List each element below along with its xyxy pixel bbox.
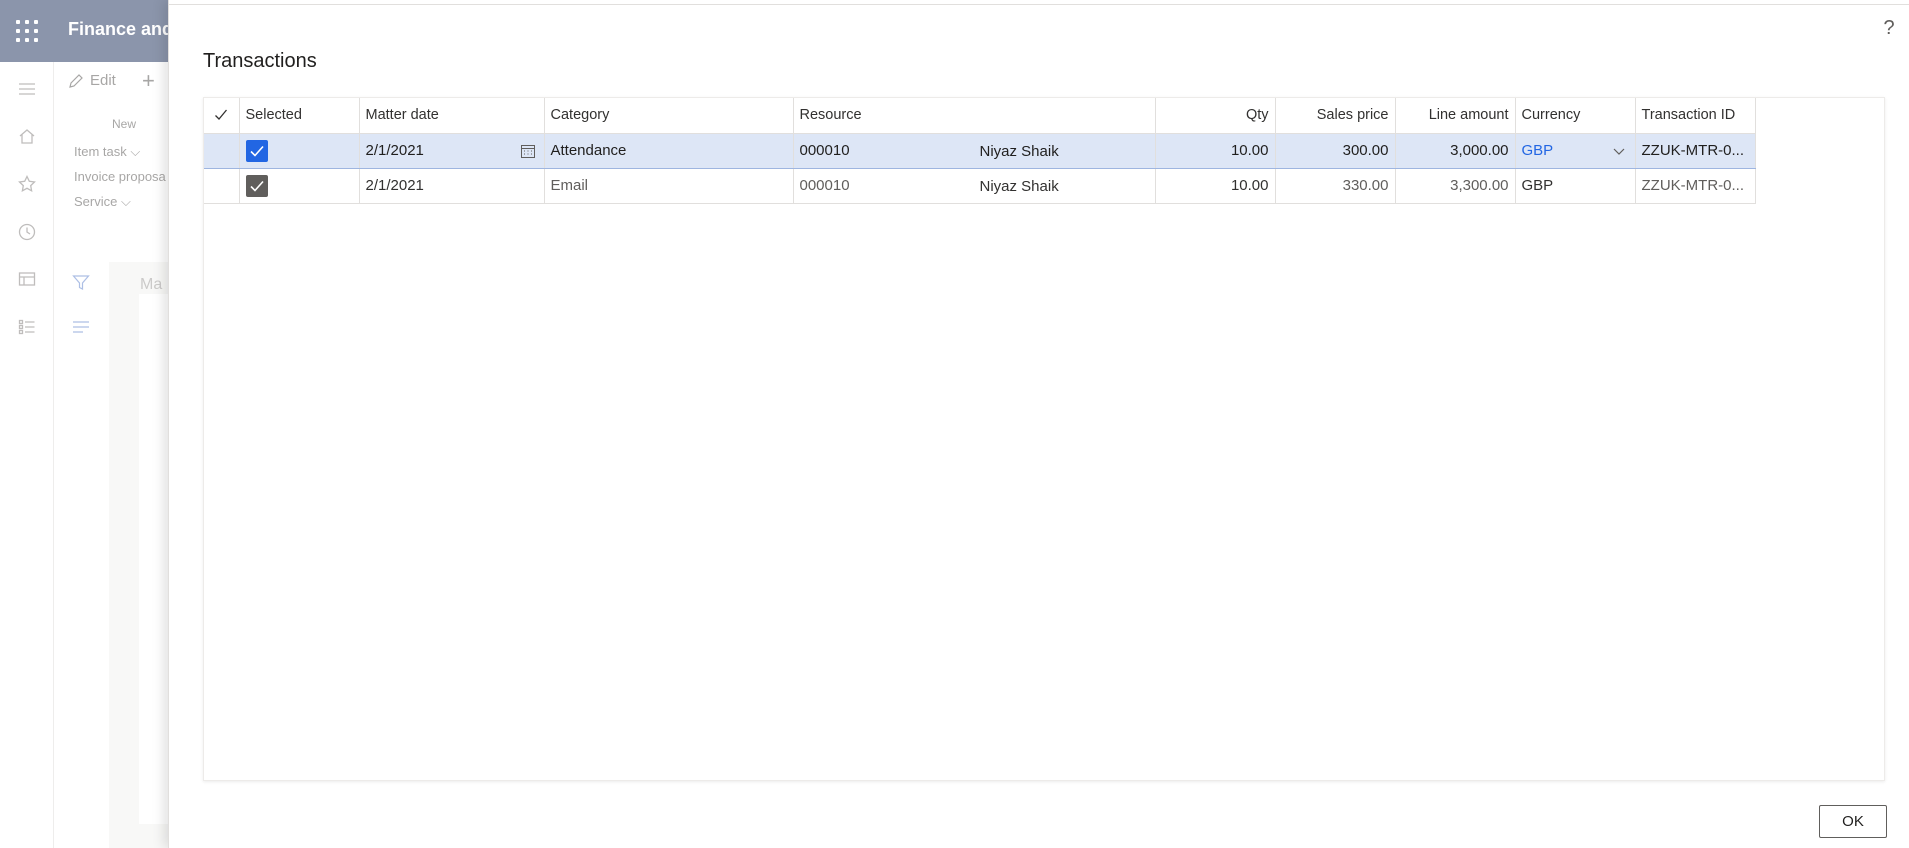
resource-name: Niyaz Shaik bbox=[979, 142, 1059, 160]
resource-id: 000010 bbox=[799, 177, 850, 194]
matter-date-cell[interactable]: 2/1/2021 bbox=[359, 132, 545, 169]
category-cell[interactable]: Attendance bbox=[544, 132, 794, 169]
column-header-line-amount[interactable]: Line amount bbox=[1395, 98, 1516, 134]
column-header-sales-price[interactable]: Sales price bbox=[1275, 98, 1396, 134]
column-header-currency[interactable]: Currency bbox=[1515, 98, 1636, 134]
column-header-qty[interactable]: Qty bbox=[1155, 98, 1276, 134]
currency-cell[interactable]: GBP bbox=[1515, 132, 1636, 169]
selected-checkbox-cell bbox=[239, 132, 360, 169]
column-header-category[interactable]: Category bbox=[544, 98, 794, 134]
dialog-top-divider bbox=[169, 4, 1909, 5]
select-all-checkmark[interactable] bbox=[204, 98, 240, 134]
line-amount-cell[interactable]: 3,300.00 bbox=[1395, 168, 1516, 204]
calendar-icon[interactable] bbox=[520, 143, 536, 159]
resource-cell[interactable]: 000010 Niyaz Shaik bbox=[793, 168, 1156, 204]
currency-value[interactable]: GBP bbox=[1522, 142, 1554, 159]
chevron-down-icon[interactable] bbox=[1613, 145, 1625, 157]
sales-price-cell[interactable]: 300.00 bbox=[1275, 132, 1396, 169]
line-amount-cell[interactable]: 3,000.00 bbox=[1395, 132, 1516, 169]
checkmark-icon bbox=[249, 145, 264, 157]
checkmark-icon bbox=[249, 180, 264, 192]
column-header-resource[interactable]: Resource bbox=[793, 98, 1156, 134]
row-selector[interactable] bbox=[204, 168, 240, 204]
transaction-id-cell[interactable]: ZZUK-MTR-0... bbox=[1635, 132, 1756, 169]
sales-price-cell[interactable]: 330.00 bbox=[1275, 168, 1396, 204]
category-cell[interactable]: Email bbox=[544, 168, 794, 204]
selected-checkbox[interactable] bbox=[245, 139, 268, 162]
column-header-matter-date[interactable]: Matter date bbox=[359, 98, 545, 134]
table-row[interactable]: 2/1/2021 Email 000010 Niyaz Shaik 10.00 … bbox=[204, 168, 1756, 204]
selected-checkbox[interactable] bbox=[245, 174, 268, 197]
row-selector[interactable] bbox=[204, 132, 240, 169]
transactions-grid: Selected Matter date Category Resource Q… bbox=[203, 97, 1885, 781]
qty-cell[interactable]: 10.00 bbox=[1155, 168, 1276, 204]
qty-cell[interactable]: 10.00 bbox=[1155, 132, 1276, 169]
grid-header-row: Selected Matter date Category Resource Q… bbox=[204, 98, 1756, 134]
selected-checkbox-cell bbox=[239, 168, 360, 204]
resource-name: Niyaz Shaik bbox=[979, 177, 1059, 195]
matter-date-value: 2/1/2021 bbox=[365, 142, 424, 159]
help-button[interactable]: ? bbox=[1879, 16, 1899, 40]
matter-date-cell[interactable]: 2/1/2021 bbox=[359, 168, 545, 204]
resource-id: 000010 bbox=[799, 142, 850, 159]
resource-cell[interactable]: 000010 Niyaz Shaik bbox=[793, 132, 1156, 169]
checkmark-icon bbox=[215, 109, 228, 121]
table-row[interactable]: 2/1/2021 Attendance 000010 Niyaz Shaik 1… bbox=[204, 132, 1756, 169]
transactions-dialog: ? Transactions Selected Matter date Cate… bbox=[168, 0, 1909, 848]
dialog-title: Transactions bbox=[203, 50, 317, 72]
column-header-transaction-id[interactable]: Transaction ID bbox=[1635, 98, 1756, 134]
currency-cell[interactable]: GBP bbox=[1515, 168, 1636, 204]
transaction-id-cell[interactable]: ZZUK-MTR-0... bbox=[1635, 168, 1756, 204]
ok-button[interactable]: OK bbox=[1819, 805, 1887, 838]
column-header-selected[interactable]: Selected bbox=[239, 98, 360, 134]
